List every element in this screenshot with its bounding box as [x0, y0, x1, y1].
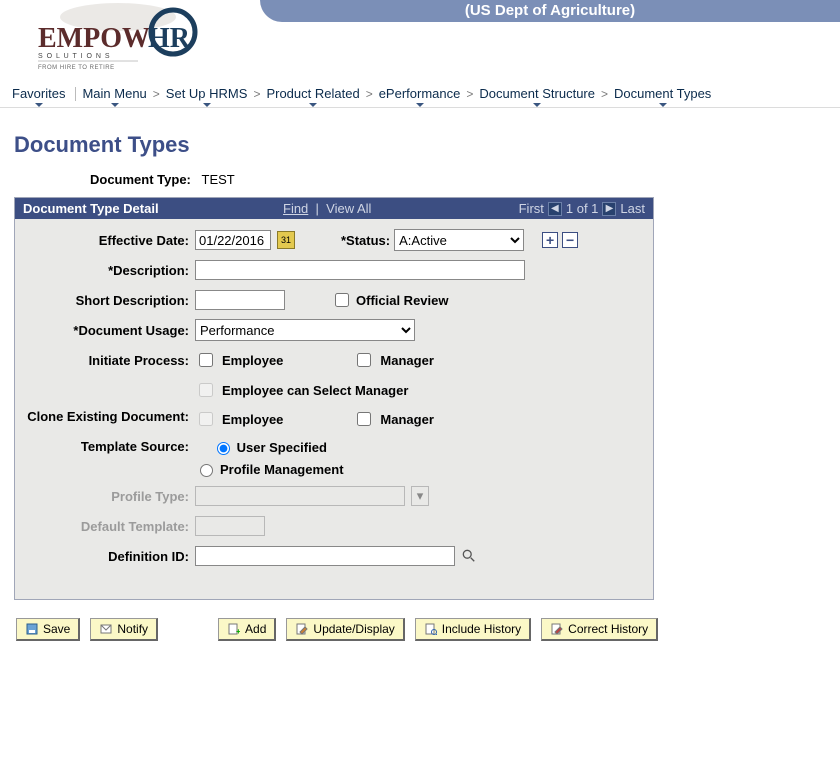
form-body: Effective Date: 31 *Status: A:Active + −… — [15, 219, 653, 599]
save-icon — [25, 622, 39, 636]
profile-type-label: Profile Type: — [25, 489, 195, 504]
effective-date-label: Effective Date: — [25, 233, 195, 248]
view-all-link[interactable]: View All — [326, 201, 371, 216]
template-source-label: Template Source: — [25, 439, 195, 454]
document-type-detail-panel: Document Type Detail Find | View All Fir… — [14, 197, 654, 600]
clone-existing-label: Clone Existing Document: — [25, 409, 195, 424]
delete-row-button[interactable]: − — [562, 232, 578, 248]
include-history-icon — [424, 622, 438, 636]
initiate-manager-checkbox[interactable] — [357, 353, 371, 367]
document-usage-label: *Document Usage: — [25, 323, 195, 338]
document-type-value: TEST — [202, 172, 235, 187]
crumb-eperformance[interactable]: ePerformance — [379, 86, 461, 101]
arrow-icon: > — [153, 87, 160, 101]
employee-select-manager-label: Employee can Select Manager — [222, 383, 408, 398]
last-label[interactable]: Last — [620, 201, 645, 216]
notify-button[interactable]: Notify — [90, 618, 158, 641]
app-logo: EMPOW HR S O L U T I O N S FROM HIRE TO … — [18, 2, 218, 72]
clone-manager-checkbox[interactable] — [357, 412, 371, 426]
chevron-down-icon — [659, 103, 667, 107]
short-description-label: Short Description: — [25, 293, 195, 308]
template-source-profile-radio[interactable] — [200, 464, 213, 477]
svg-text:HR: HR — [148, 23, 191, 54]
panel-header: Document Type Detail Find | View All Fir… — [15, 198, 653, 219]
short-description-input[interactable] — [195, 290, 285, 310]
arrow-icon: > — [601, 87, 608, 101]
lookup-icon[interactable] — [461, 548, 477, 564]
add-icon: + — [227, 622, 241, 636]
update-icon — [295, 622, 309, 636]
org-header: (US Dept of Agriculture) — [260, 0, 840, 22]
crumb-document-types[interactable]: Document Types — [614, 86, 711, 101]
row-counter: 1 of 1 — [566, 201, 599, 216]
arrow-icon: > — [466, 87, 473, 101]
crumb-main-menu[interactable]: Main Menu — [82, 86, 146, 101]
crumb-product-related[interactable]: Product Related — [266, 86, 359, 101]
status-label: *Status: — [341, 233, 390, 248]
arrow-icon: > — [253, 87, 260, 101]
menu-separator — [75, 87, 76, 101]
chevron-down-icon — [533, 103, 541, 107]
clone-employee-checkbox — [199, 412, 213, 426]
correct-history-icon — [550, 622, 564, 636]
footer-toolbar: Save Notify + Add Update/Display Include… — [16, 618, 840, 641]
initiate-employee-checkbox[interactable] — [199, 353, 213, 367]
template-source-profile-label: Profile Management — [220, 462, 344, 477]
description-input[interactable] — [195, 260, 525, 280]
document-type-line: Document Type: TEST — [90, 172, 840, 187]
chevron-down-icon — [35, 103, 43, 107]
svg-text:+: + — [236, 627, 240, 635]
template-source-user-label: User Specified — [237, 440, 327, 455]
find-link[interactable]: Find — [283, 201, 308, 216]
chevron-down-icon — [203, 103, 211, 107]
profile-type-lookup-icon: ▾ — [411, 486, 429, 506]
breadcrumb: Favorites Main Menu > Set Up HRMS > Prod… — [0, 82, 840, 108]
clone-employee-label: Employee — [222, 412, 283, 427]
document-type-label: Document Type: — [90, 172, 191, 187]
arrow-icon: > — [366, 87, 373, 101]
initiate-employee-label: Employee — [222, 353, 283, 368]
description-label: *Description: — [25, 263, 195, 278]
first-label[interactable]: First — [519, 201, 544, 216]
next-row-button[interactable]: ▶ — [602, 202, 616, 216]
include-history-button[interactable]: Include History — [415, 618, 531, 641]
panel-title: Document Type Detail — [23, 201, 283, 216]
update-display-button[interactable]: Update/Display — [286, 618, 404, 641]
calendar-icon[interactable]: 31 — [277, 231, 295, 249]
definition-id-label: Definition ID: — [25, 549, 195, 564]
definition-id-input[interactable] — [195, 546, 455, 566]
svg-text:EMPOW: EMPOW — [38, 23, 150, 54]
effective-date-input[interactable] — [195, 230, 271, 250]
initiate-manager-label: Manager — [380, 353, 433, 368]
add-row-button[interactable]: + — [542, 232, 558, 248]
template-source-user-radio[interactable] — [217, 442, 230, 455]
svg-text:FROM HIRE TO RETIRE: FROM HIRE TO RETIRE — [38, 65, 115, 71]
official-review-checkbox[interactable] — [335, 293, 349, 307]
default-template-label: Default Template: — [25, 519, 195, 534]
chevron-down-icon — [111, 103, 119, 107]
chevron-down-icon — [416, 103, 424, 107]
clone-manager-label: Manager — [380, 412, 433, 427]
svg-text:S O L U T I O N S: S O L U T I O N S — [38, 53, 111, 60]
crumb-document-structure[interactable]: Document Structure — [479, 86, 595, 101]
document-usage-select[interactable]: Performance — [195, 319, 415, 341]
employee-select-manager-checkbox — [199, 383, 213, 397]
initiate-process-label: Initiate Process: — [25, 353, 195, 368]
status-select[interactable]: A:Active — [394, 229, 524, 251]
prev-row-button[interactable]: ◀ — [548, 202, 562, 216]
page-title: Document Types — [14, 132, 840, 158]
notify-icon — [99, 622, 113, 636]
profile-type-input — [195, 486, 405, 506]
save-button[interactable]: Save — [16, 618, 80, 641]
menu-favorites[interactable]: Favorites — [8, 86, 69, 101]
chevron-down-icon — [309, 103, 317, 107]
correct-history-button[interactable]: Correct History — [541, 618, 658, 641]
crumb-setup-hrms[interactable]: Set Up HRMS — [166, 86, 248, 101]
official-review-label: Official Review — [356, 293, 448, 308]
default-template-input — [195, 516, 265, 536]
add-button[interactable]: + Add — [218, 618, 276, 641]
